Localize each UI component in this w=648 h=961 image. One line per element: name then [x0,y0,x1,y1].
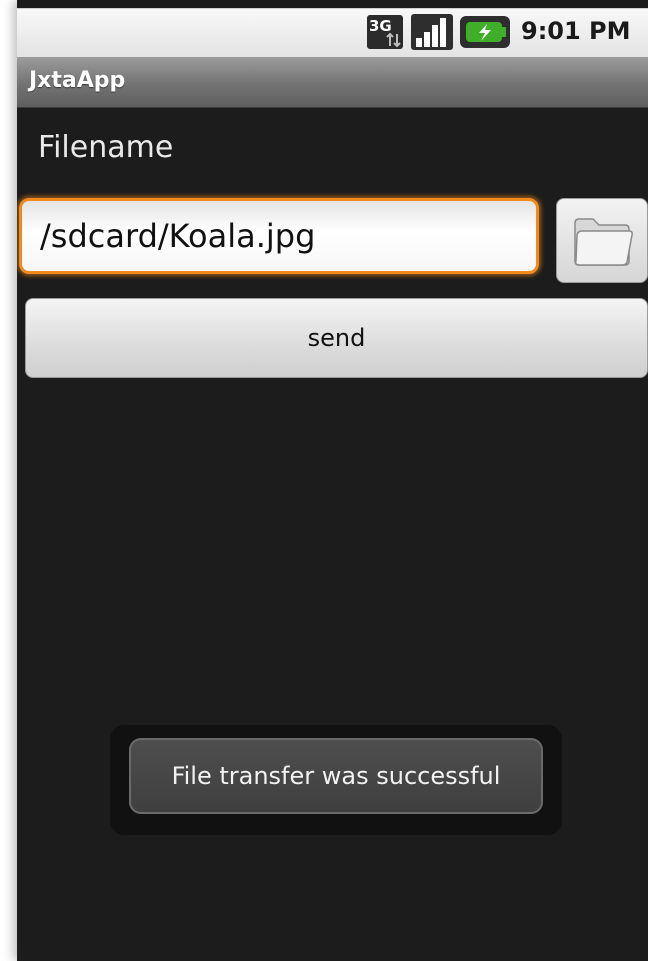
3g-data-icon: 3G [366,14,404,50]
toast-notification: File transfer was successful [129,738,543,814]
app-title: JxtaApp [29,68,126,93]
app-title-bar: JxtaApp [17,57,648,108]
network-badge-text: 3G [369,17,392,35]
status-bar: 3G 9:01 PM [17,8,648,57]
toast-message: File transfer was successful [171,762,501,790]
send-button[interactable]: send [25,298,648,378]
status-clock: 9:01 PM [521,17,631,45]
browse-file-button[interactable] [556,198,648,283]
filename-label: Filename [38,130,174,165]
filename-input[interactable] [19,198,539,274]
app-screen: 3G 9:01 PM JxtaApp Filename /sdcard/Koal… [17,0,648,961]
signal-strength-icon [411,14,453,50]
battery-charging-icon [460,14,510,50]
